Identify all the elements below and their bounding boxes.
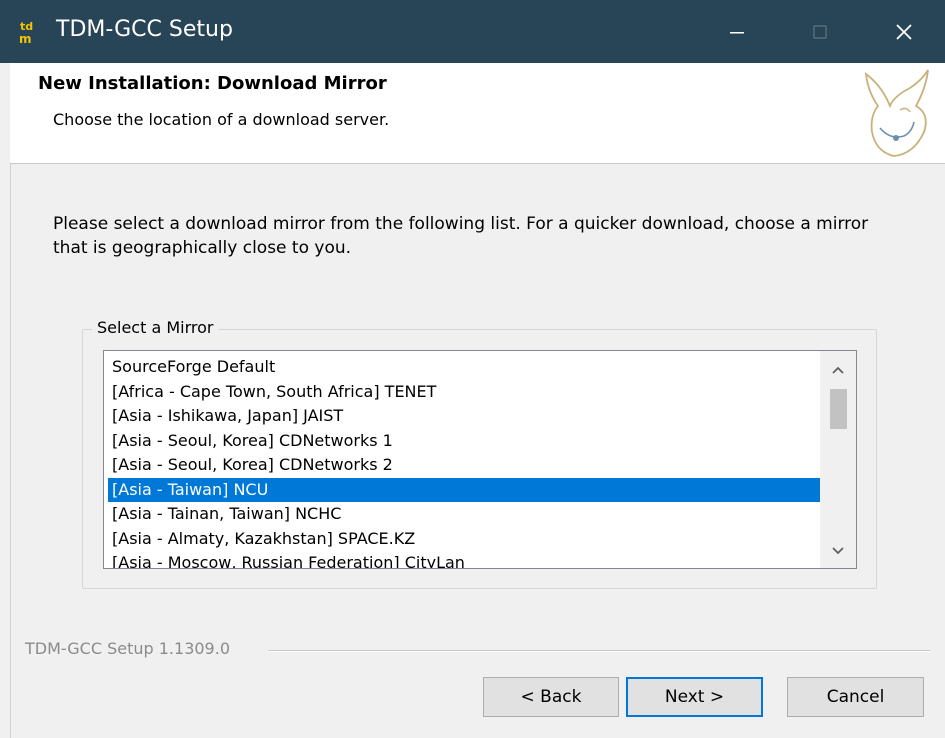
- mirror-list-item[interactable]: [Asia - Tainan, Taiwan] NCHC: [108, 502, 822, 527]
- mirror-list-items: SourceForge Default [Africa - Cape Town, …: [108, 355, 822, 568]
- minimize-icon: [730, 31, 744, 33]
- mirror-list-item[interactable]: [Asia - Seoul, Korea] CDNetworks 1: [108, 429, 822, 454]
- version-label: TDM-GCC Setup 1.1309.0: [25, 639, 230, 658]
- mirror-group-label: Select a Mirror: [92, 318, 219, 337]
- maximize-button[interactable]: [779, 0, 861, 63]
- maximize-icon: [813, 24, 827, 39]
- next-button[interactable]: Next >: [626, 677, 763, 717]
- scroll-thumb[interactable]: [830, 389, 847, 429]
- svg-text:m: m: [19, 32, 32, 45]
- window-title: TDM-GCC Setup: [56, 17, 233, 42]
- back-button[interactable]: < Back: [483, 677, 619, 717]
- mirror-list-item[interactable]: [Asia - Moscow, Russian Federation] City…: [108, 551, 822, 568]
- mirror-list-item[interactable]: [Asia - Taiwan] NCU: [108, 477, 822, 502]
- mirror-list-item[interactable]: [Africa - Cape Town, South Africa] TENET: [108, 380, 822, 405]
- mirror-list-item[interactable]: SourceForge Default: [108, 355, 822, 380]
- minimize-button[interactable]: [696, 0, 778, 63]
- instructions-text: Please select a download mirror from the…: [53, 214, 869, 258]
- vertical-scrollbar[interactable]: [820, 351, 856, 568]
- page-subtitle: Choose the location of a download server…: [53, 110, 390, 129]
- close-button[interactable]: [863, 0, 945, 63]
- footer-divider: [268, 650, 930, 652]
- page-title: New Installation: Download Mirror: [38, 73, 387, 94]
- mirror-list-item[interactable]: [Asia - Ishikawa, Japan] JAIST: [108, 404, 822, 429]
- title-bar[interactable]: td m TDM-GCC Setup: [0, 0, 945, 63]
- scroll-up-button[interactable]: [820, 353, 856, 387]
- window-left-edge: [0, 63, 11, 738]
- chevron-down-icon: [832, 547, 844, 555]
- cancel-button[interactable]: Cancel: [787, 677, 924, 717]
- mirror-list-item[interactable]: [Asia - Almaty, Kazakhstan] SPACE.KZ: [108, 527, 822, 552]
- mirror-list-item[interactable]: [Asia - Seoul, Korea] CDNetworks 2: [108, 453, 822, 478]
- scroll-down-button[interactable]: [820, 534, 856, 568]
- tdm-gcc-app-icon: td m: [18, 19, 42, 46]
- tdm-fox-logo: [860, 66, 932, 161]
- mirror-listbox[interactable]: SourceForge Default [Africa - Cape Town, …: [103, 350, 857, 569]
- chevron-up-icon: [832, 366, 844, 374]
- close-icon: [896, 23, 912, 40]
